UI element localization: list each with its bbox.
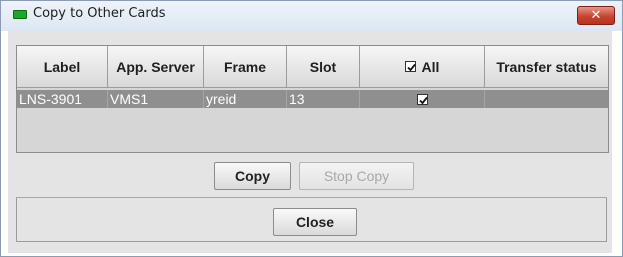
column-header-frame-text: Frame [223,58,267,75]
column-header-label[interactable]: Label [17,46,108,88]
cell-label: LNS-3901 [17,90,108,108]
column-header-app-server-text: App. Server [116,58,195,75]
status-led-icon [13,10,27,19]
cards-table: Label App. Server Frame Slot All Transfe… [16,45,609,153]
column-header-label-text: Label [43,58,81,75]
column-header-transfer-status-text: Transfer status [496,58,597,75]
window-title: Copy to Other Cards [33,6,166,21]
close-x-icon: ✕ [590,8,602,23]
cell-app-server: VMS1 [108,90,204,108]
cell-transfer-status [485,90,608,108]
stop-copy-button[interactable]: Stop Copy [299,162,414,190]
table-header: Label App. Server Frame Slot All Transfe… [17,46,608,89]
column-header-app-server[interactable]: App. Server [108,46,204,88]
cell-frame: yreid [204,90,287,108]
close-button[interactable]: Close [273,208,357,236]
cell-slot: 13 [287,90,360,108]
row-select-checkbox[interactable] [416,94,428,105]
column-header-slot-text: Slot [309,58,337,75]
copy-button[interactable]: Copy [214,162,291,190]
cell-selected [360,90,485,108]
select-all-checkbox[interactable] [404,61,416,72]
column-header-frame[interactable]: Frame [204,46,287,88]
checkmark-icon [406,63,416,72]
column-header-transfer-status[interactable]: Transfer status [485,46,608,88]
column-header-slot[interactable]: Slot [287,46,360,88]
title-bar[interactable]: Copy to Other Cards ✕ [1,1,622,31]
checkmark-icon [418,96,428,105]
table-row[interactable]: LNS-3901 VMS1 yreid 13 [17,90,608,108]
close-window-button[interactable]: ✕ [577,6,615,25]
column-header-all[interactable]: All [360,46,485,88]
column-header-all-text: All [421,58,440,75]
